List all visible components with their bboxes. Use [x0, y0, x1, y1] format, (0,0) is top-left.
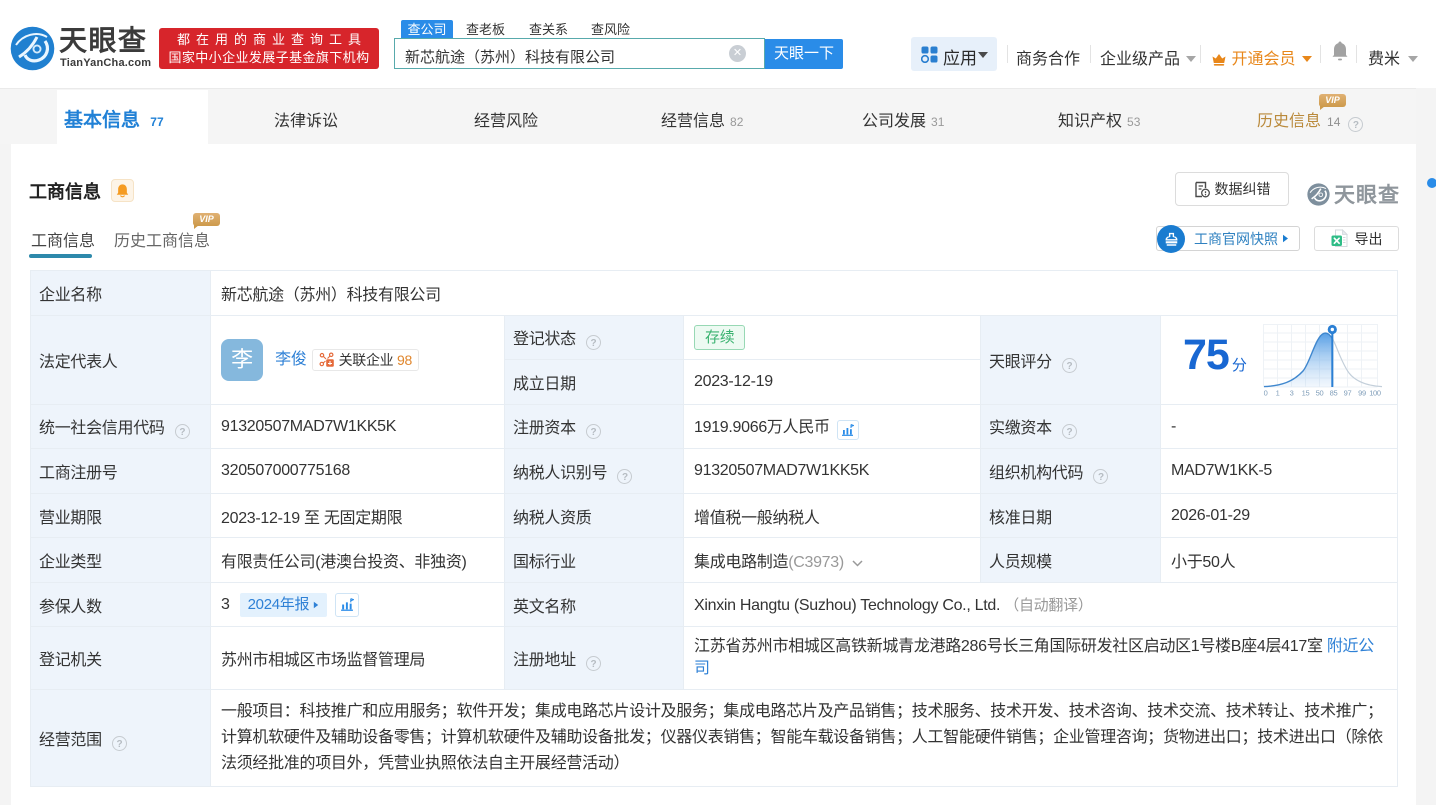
svg-text:15: 15: [1301, 388, 1309, 397]
svg-text:97: 97: [1343, 388, 1351, 397]
svg-text:50: 50: [1315, 388, 1323, 397]
svg-text:99: 99: [1358, 388, 1366, 397]
svg-text:0: 0: [1263, 388, 1267, 397]
svg-text:3: 3: [1289, 388, 1293, 397]
svg-text:1: 1: [1275, 388, 1279, 397]
svg-text:85: 85: [1329, 388, 1337, 397]
svg-text:100: 100: [1369, 388, 1381, 397]
